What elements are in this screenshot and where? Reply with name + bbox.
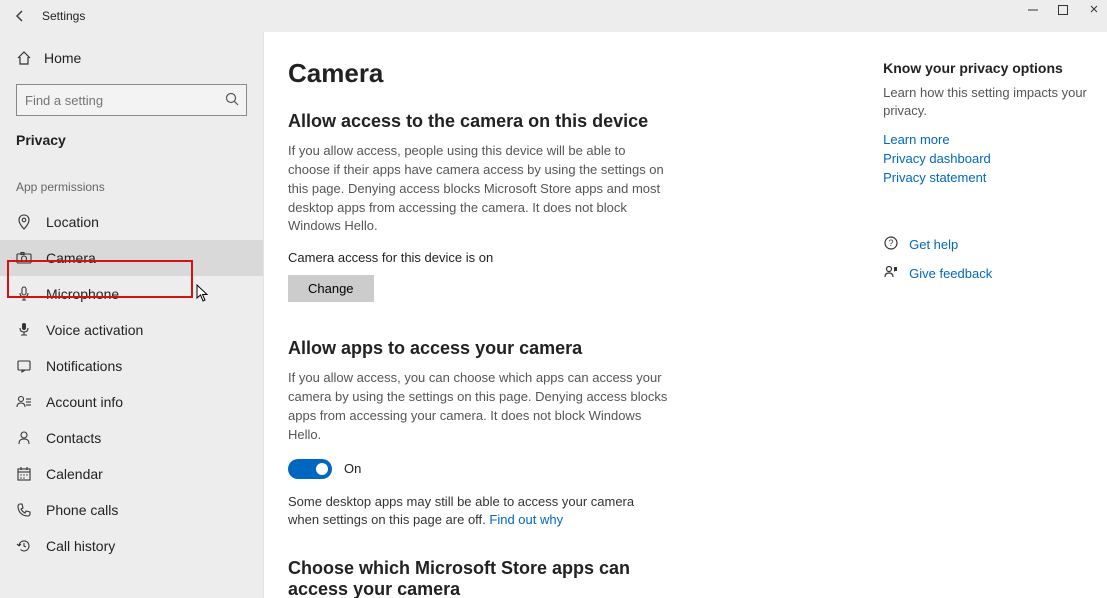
- sidebar-item-label: Calendar: [46, 466, 103, 482]
- sidebar-item-label: Notifications: [46, 358, 122, 374]
- sidebar-item-label: Phone calls: [46, 502, 118, 518]
- feedback-icon: [883, 264, 899, 283]
- microphone-icon: [16, 286, 32, 302]
- contacts-icon: [16, 430, 32, 446]
- aside-desc: Learn how this setting impacts your priv…: [883, 84, 1107, 120]
- home-label: Home: [44, 50, 81, 66]
- sidebar-item-label: Call history: [46, 538, 115, 554]
- search-field[interactable]: [16, 84, 247, 116]
- minimize-button[interactable]: [1027, 4, 1039, 16]
- privacy-statement-link[interactable]: Privacy statement: [883, 170, 1107, 185]
- account-icon: [16, 394, 32, 410]
- titlebar: Settings: [0, 0, 1107, 32]
- location-icon: [16, 214, 32, 230]
- cursor-icon: [196, 284, 210, 305]
- window-title: Settings: [42, 9, 85, 23]
- note-text: Some desktop apps may still be able to a…: [288, 494, 634, 528]
- home-button[interactable]: Home: [0, 50, 263, 84]
- close-button[interactable]: [1087, 4, 1099, 16]
- privacy-section-title: Privacy: [0, 132, 263, 166]
- get-help-link[interactable]: Get help: [909, 237, 958, 252]
- main-content: Camera Allow access to the camera on thi…: [264, 32, 1107, 598]
- sidebar-item-label: Account info: [46, 394, 123, 410]
- page-title: Camera: [288, 58, 833, 89]
- sidebar-item-phone-calls[interactable]: Phone calls: [0, 492, 263, 528]
- section1-desc: If you allow access, people using this d…: [288, 142, 668, 236]
- phone-icon: [16, 502, 32, 518]
- section2-heading: Allow apps to access your camera: [288, 338, 833, 359]
- history-icon: [16, 538, 32, 554]
- give-feedback-link[interactable]: Give feedback: [909, 266, 992, 281]
- search-icon: [225, 92, 239, 109]
- sidebar-item-label: Contacts: [46, 430, 101, 446]
- camera-access-status: Camera access for this device is on: [288, 250, 833, 265]
- section3-heading: Choose which Microsoft Store apps can ac…: [288, 558, 648, 598]
- app-permissions-label: App permissions: [0, 166, 263, 204]
- home-icon: [16, 50, 32, 66]
- sidebar-item-label: Location: [46, 214, 99, 230]
- sidebar-item-camera[interactable]: Camera: [0, 240, 263, 276]
- window-controls: [1027, 4, 1099, 16]
- camera-icon: [16, 250, 32, 266]
- give-feedback-row[interactable]: Give feedback: [883, 264, 1107, 283]
- sidebar-item-microphone[interactable]: Microphone: [0, 276, 263, 312]
- allow-apps-toggle[interactable]: [288, 459, 332, 479]
- get-help-row[interactable]: ? Get help: [883, 235, 1107, 254]
- change-button[interactable]: Change: [288, 275, 374, 302]
- toggle-label: On: [344, 461, 361, 476]
- back-button[interactable]: [8, 4, 32, 28]
- section2-note: Some desktop apps may still be able to a…: [288, 493, 668, 531]
- voice-icon: [16, 322, 32, 338]
- svg-text:?: ?: [889, 238, 894, 248]
- sidebar-item-label: Camera: [46, 250, 96, 266]
- sidebar-item-calendar[interactable]: Calendar: [0, 456, 263, 492]
- privacy-dashboard-link[interactable]: Privacy dashboard: [883, 151, 1107, 166]
- sidebar-item-account-info[interactable]: Account info: [0, 384, 263, 420]
- sidebar-item-label: Microphone: [46, 286, 119, 302]
- sidebar-item-notifications[interactable]: Notifications: [0, 348, 263, 384]
- sidebar: Home Privacy App permissions Location Cam…: [0, 32, 264, 598]
- section1-heading: Allow access to the camera on this devic…: [288, 111, 833, 132]
- section2-desc: If you allow access, you can choose whic…: [288, 369, 668, 444]
- help-icon: ?: [883, 235, 899, 254]
- calendar-icon: [16, 466, 32, 482]
- aside-title: Know your privacy options: [883, 60, 1107, 76]
- search-input[interactable]: [16, 84, 247, 116]
- maximize-button[interactable]: [1057, 4, 1069, 16]
- find-out-why-link[interactable]: Find out why: [489, 512, 563, 527]
- sidebar-item-voice-activation[interactable]: Voice activation: [0, 312, 263, 348]
- sidebar-item-location[interactable]: Location: [0, 204, 263, 240]
- notifications-icon: [16, 358, 32, 374]
- learn-more-link[interactable]: Learn more: [883, 132, 1107, 147]
- aside-panel: Know your privacy options Learn how this…: [883, 58, 1107, 598]
- sidebar-item-contacts[interactable]: Contacts: [0, 420, 263, 456]
- sidebar-item-label: Voice activation: [46, 322, 143, 338]
- sidebar-item-call-history[interactable]: Call history: [0, 528, 263, 564]
